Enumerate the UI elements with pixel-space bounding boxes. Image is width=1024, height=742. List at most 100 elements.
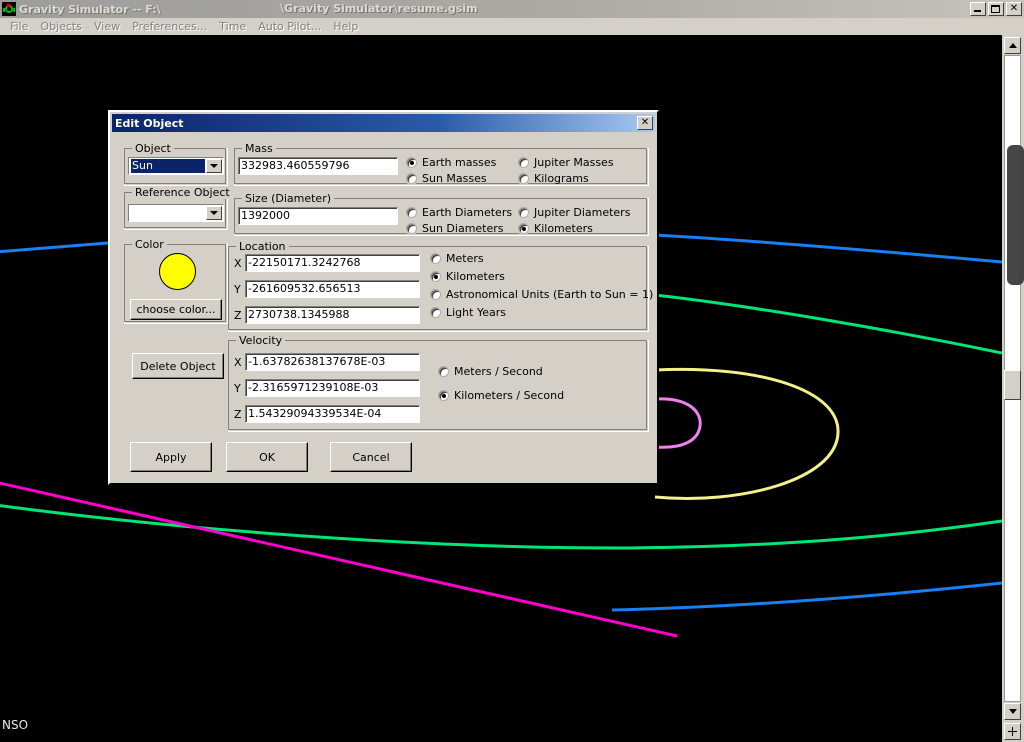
velocity-z-input[interactable]: 1.54329094339534E-04: [245, 405, 420, 423]
orbit-path-magenta-lower: [0, 481, 678, 638]
chevron-down-icon-reference[interactable]: [206, 206, 222, 220]
window-title: Gravity Simulator -- F:\: [19, 2, 161, 16]
menu-item-objects[interactable]: Objects: [34, 19, 88, 34]
radio-dot-location-light-years: [430, 307, 441, 318]
radio-dot-jupiter-masses: [518, 157, 529, 168]
radio-dot-earth-diameters: [406, 207, 417, 218]
radio-label-earth-diameters: Earth Diameters: [422, 206, 513, 219]
radio-dot-location-meters: [430, 253, 441, 264]
radio-label-earth-masses: Earth masses: [422, 156, 497, 169]
size-input[interactable]: 1392000: [238, 207, 398, 225]
velocity-group-label: Velocity: [236, 334, 286, 347]
radio-dot-size-kilometers: [518, 223, 529, 234]
choose-color-button[interactable]: choose color...: [130, 299, 222, 320]
radio-location-kilometers[interactable]: Kilometers: [430, 270, 505, 283]
object-combobox[interactable]: Sun: [128, 157, 224, 175]
radio-velocity-meters-per-second[interactable]: Meters / Second: [438, 365, 543, 378]
orbit-path-blue-upper-left: [0, 241, 109, 254]
orbit-path-green-lower: [0, 504, 1002, 550]
application-window: Gravity Simulator -- F:\ \Gravity Simula…: [0, 0, 1024, 742]
radio-label-sun-masses: Sun Masses: [422, 172, 487, 185]
radio-mass-sun-masses[interactable]: Sun Masses: [406, 172, 487, 185]
radio-size-sun-diameters[interactable]: Sun Diameters: [406, 222, 504, 235]
radio-size-kilometers[interactable]: Kilometers: [518, 222, 593, 235]
menu-item-autopilot[interactable]: Auto Pilot...: [252, 19, 327, 34]
menu-bar: File Objects View Preferences... Time Au…: [0, 18, 1024, 35]
radio-dot-earth-masses: [406, 157, 417, 168]
dialog-close-glyph: ✕: [640, 117, 650, 128]
scroll-up-icon[interactable]: [1004, 37, 1021, 54]
velocity-x-input[interactable]: -1.63782638137678E-03: [245, 353, 420, 371]
dialog-close-icon[interactable]: ✕: [637, 116, 653, 130]
orbit-path-blue-upper-right: [654, 233, 1002, 264]
location-z-input[interactable]: 2730738.1345988: [245, 306, 420, 324]
minimize-button[interactable]: [970, 2, 986, 16]
radio-location-au[interactable]: Astronomical Units (Earth to Sun = 1): [430, 288, 653, 301]
location-x-label: X: [234, 257, 242, 270]
menu-item-time[interactable]: Time: [213, 19, 252, 34]
reference-object-combobox[interactable]: [128, 204, 224, 222]
orbit-path-yellow-inner: [654, 367, 840, 500]
ok-button[interactable]: OK: [226, 442, 308, 472]
location-y-input[interactable]: -261609532.656513: [245, 280, 420, 298]
radio-size-jupiter-diameters[interactable]: Jupiter Diameters: [518, 206, 630, 219]
mass-input[interactable]: 332983.460559796: [238, 157, 398, 175]
radio-label-location-meters: Meters: [446, 252, 484, 265]
zoom-in-button[interactable]: [1004, 723, 1021, 740]
radio-label-size-kilometers: Kilometers: [534, 222, 593, 235]
radio-label-jupiter-diameters: Jupiter Diameters: [534, 206, 631, 219]
reference-object-group-label: Reference Object: [132, 186, 233, 199]
window-controls: ✕: [970, 2, 1022, 16]
canvas-status-text: NSO: [2, 718, 29, 732]
dialog-titlebar[interactable]: Edit Object ✕: [112, 114, 655, 132]
mass-group-label: Mass: [242, 142, 276, 155]
close-glyph: ✕: [1009, 3, 1019, 14]
location-x-input[interactable]: -22150171.3242768: [245, 254, 420, 272]
radio-velocity-kilometers-per-second[interactable]: Kilometers / Second: [438, 389, 564, 402]
object-combobox-value: Sun: [131, 159, 205, 173]
location-group-label: Location: [236, 240, 289, 253]
menu-item-file[interactable]: File: [4, 19, 34, 34]
delete-object-button[interactable]: Delete Object: [132, 353, 224, 379]
cancel-button[interactable]: Cancel: [330, 442, 412, 472]
scrollbar-thumb[interactable]: [1004, 370, 1021, 400]
apply-button[interactable]: Apply: [130, 442, 212, 472]
radio-dot-velocity-mps: [438, 366, 449, 377]
radio-location-light-years[interactable]: Light Years: [430, 306, 506, 319]
radio-label-location-light-years: Light Years: [446, 306, 506, 319]
velocity-z-label: Z: [234, 408, 242, 421]
radio-mass-kilograms[interactable]: Kilograms: [518, 172, 589, 185]
radio-dot-jupiter-diameters: [518, 207, 529, 218]
object-group-label: Object: [132, 142, 174, 155]
gravity-simulator-icon: [2, 2, 16, 16]
radio-size-earth-diameters[interactable]: Earth Diameters: [406, 206, 512, 219]
radio-dot-sun-masses: [406, 173, 417, 184]
location-y-label: Y: [234, 283, 241, 296]
menu-item-preferences[interactable]: Preferences...: [126, 19, 213, 34]
menu-item-help[interactable]: Help: [327, 19, 364, 34]
menu-item-view[interactable]: View: [88, 19, 126, 34]
window-titlebar[interactable]: Gravity Simulator -- F:\ \Gravity Simula…: [0, 0, 1024, 18]
velocity-y-input[interactable]: -2.3165971239108E-03: [245, 379, 420, 397]
reference-object-combobox-value: [131, 206, 205, 220]
radio-mass-earth-masses[interactable]: Earth masses: [406, 156, 496, 169]
chevron-down-icon[interactable]: [206, 159, 222, 173]
radio-label-jupiter-masses: Jupiter Masses: [534, 156, 614, 169]
radio-label-velocity-mps: Meters / Second: [454, 365, 543, 378]
size-group-label: Size (Diameter): [242, 192, 335, 205]
radio-location-meters[interactable]: Meters: [430, 252, 484, 265]
color-swatch: [159, 253, 196, 290]
edit-object-dialog: Edit Object ✕ Object Sun Reference Objec…: [108, 110, 659, 485]
orbit-path-magenta-inner: [654, 397, 702, 449]
maximize-restore-button[interactable]: [988, 2, 1004, 16]
velocity-y-label: Y: [234, 382, 241, 395]
orbit-path-green-upper: [654, 293, 1002, 355]
radio-label-kilograms: Kilograms: [534, 172, 589, 185]
radio-label-location-au: Astronomical Units (Earth to Sun = 1): [446, 288, 654, 301]
radio-mass-jupiter-masses[interactable]: Jupiter Masses: [518, 156, 614, 169]
radio-dot-location-au: [430, 289, 441, 300]
scroll-down-icon[interactable]: [1004, 703, 1021, 720]
vertical-scrollbar[interactable]: [1002, 35, 1024, 742]
dialog-title: Edit Object: [115, 116, 184, 130]
close-icon[interactable]: ✕: [1006, 2, 1022, 16]
